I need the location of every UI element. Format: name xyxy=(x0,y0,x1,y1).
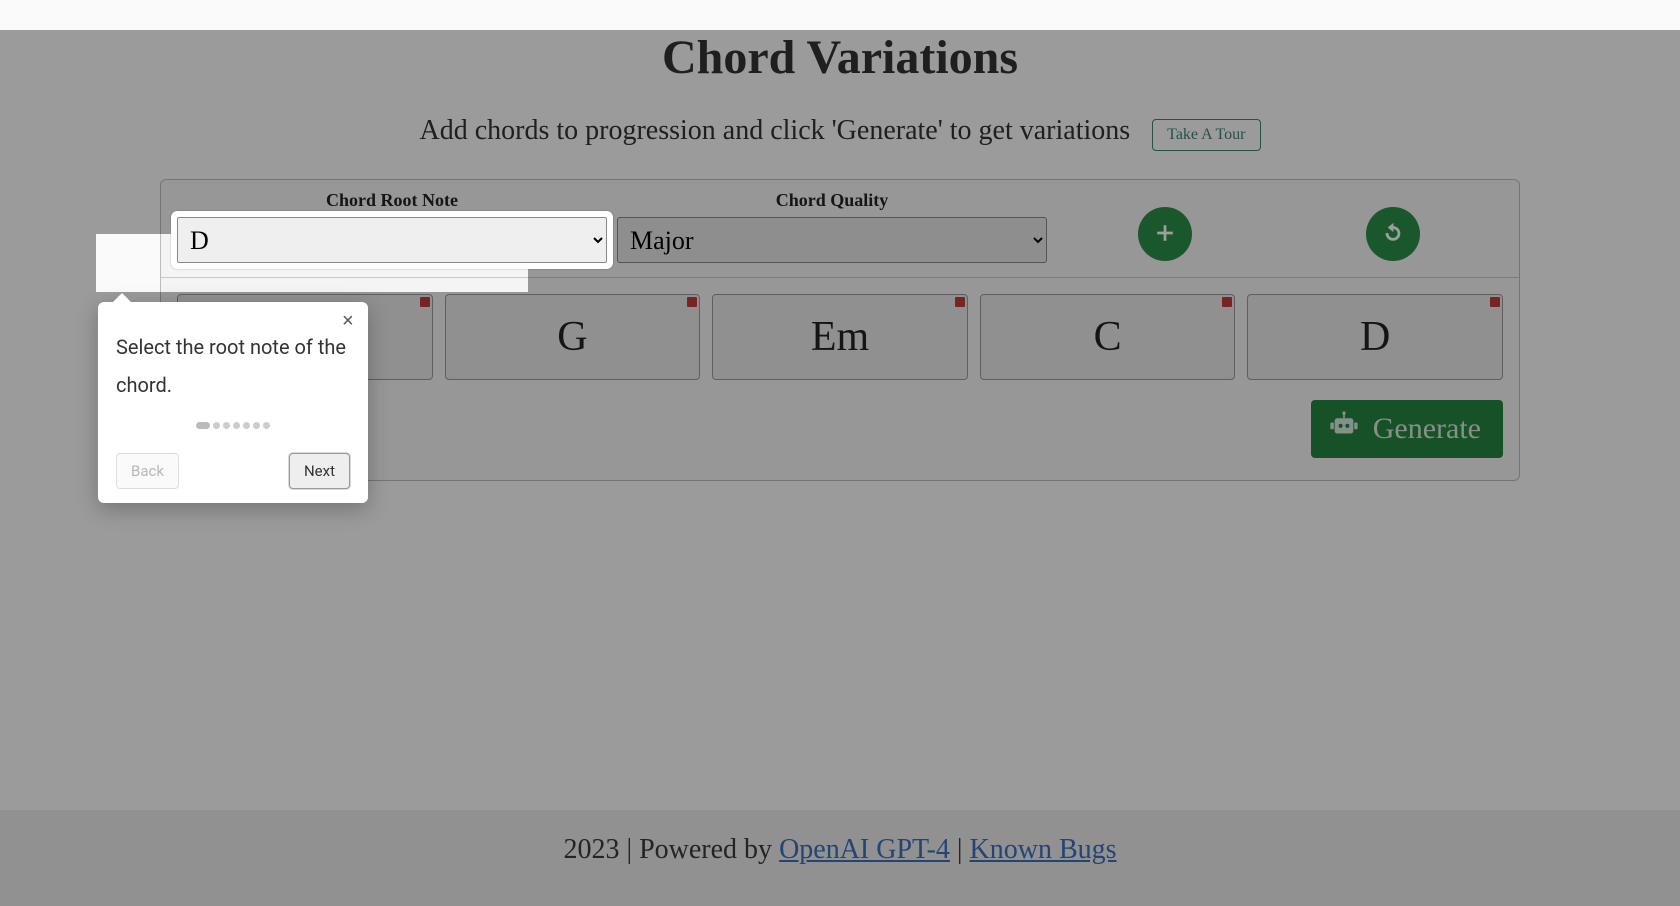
controls-row: Chord Root Note D Chord Quality Major xyxy=(161,180,1519,278)
tour-back-button[interactable]: Back xyxy=(116,453,179,489)
footer-year: 2023 xyxy=(563,834,619,865)
subtitle: Add chords to progression and click 'Gen… xyxy=(419,115,1130,146)
chord-label: D xyxy=(1360,313,1390,361)
remove-badge-icon[interactable] xyxy=(1490,297,1500,307)
chord-card[interactable]: G xyxy=(445,294,701,380)
add-chord-button[interactable] xyxy=(1138,207,1192,261)
remove-badge-icon[interactable] xyxy=(687,297,697,307)
footer-powered: Powered by xyxy=(639,834,772,865)
page-title: Chord Variations xyxy=(0,30,1680,85)
tour-close-button[interactable]: × xyxy=(336,310,356,330)
root-note-select[interactable]: D xyxy=(177,217,607,263)
chord-card[interactable]: D xyxy=(1247,294,1503,380)
tour-popover: × Select the root note of the chord. Bac… xyxy=(98,302,368,503)
chord-card[interactable]: C xyxy=(980,294,1236,380)
generate-button[interactable]: Generate xyxy=(1311,400,1503,458)
subtitle-row: Add chords to progression and click 'Gen… xyxy=(0,115,1680,151)
tour-progress-dots xyxy=(116,422,350,429)
refresh-icon xyxy=(1382,222,1404,247)
chord-label: G xyxy=(557,313,587,361)
remove-badge-icon[interactable] xyxy=(955,297,965,307)
reset-button[interactable] xyxy=(1366,207,1420,261)
footer-openai-link[interactable]: OpenAI GPT-4 xyxy=(779,834,950,865)
take-tour-button[interactable]: Take A Tour xyxy=(1152,119,1260,151)
tour-message: Select the root note of the chord. xyxy=(116,328,350,404)
chord-label: C xyxy=(1094,313,1122,361)
tour-next-button[interactable]: Next xyxy=(289,453,350,489)
footer-bugs-link[interactable]: Known Bugs xyxy=(970,834,1117,865)
root-note-label: Chord Root Note xyxy=(326,190,458,211)
remove-badge-icon[interactable] xyxy=(1222,297,1232,307)
remove-badge-icon[interactable] xyxy=(420,297,430,307)
robot-icon xyxy=(1327,410,1361,448)
quality-label: Chord Quality xyxy=(776,190,889,211)
quality-select[interactable]: Major xyxy=(617,217,1047,263)
chord-label: Em xyxy=(811,313,869,361)
chord-card[interactable]: Em xyxy=(712,294,968,380)
generate-label: Generate xyxy=(1373,412,1481,446)
plus-icon xyxy=(1154,222,1176,247)
footer: 2023 | Powered by OpenAI GPT-4 | Known B… xyxy=(0,810,1680,906)
